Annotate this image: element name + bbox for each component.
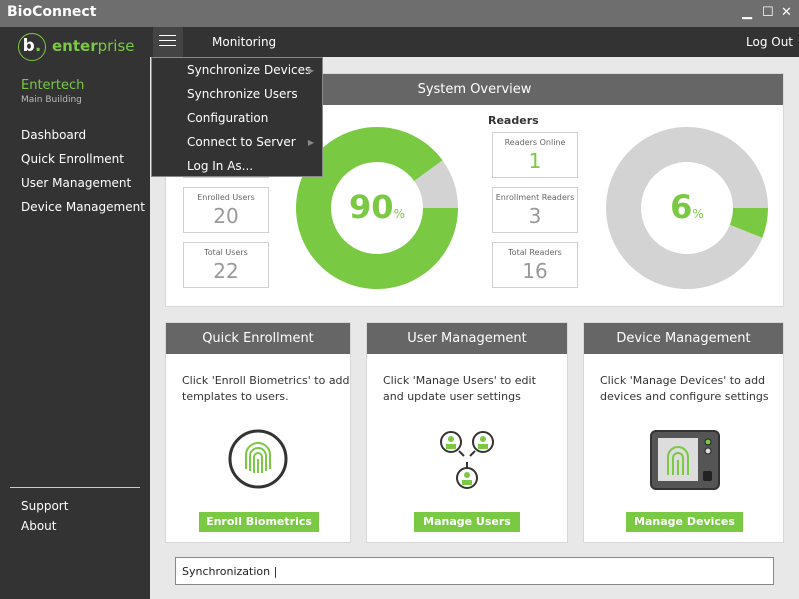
close-icon[interactable]: ✕ [781,5,792,20]
quick-enrollment-card: Quick Enrollment Click 'Enroll Biometric… [165,322,351,543]
maximize-icon[interactable]: ☐ [762,5,774,20]
logo-text: enterprise [52,37,135,55]
manage-devices-button[interactable]: Manage Devices [626,512,743,532]
top-bar: Monitoring Log Out [150,27,799,57]
fingerprint-icon [228,429,288,489]
users-donut-label: 90% [349,188,405,226]
sidebar-item-about[interactable]: About [21,519,56,533]
biometric-reader-icon [650,430,720,490]
card-description: Click 'Manage Devices' to add devices an… [600,374,769,403]
sidebar-item-device-management[interactable]: Device Management [21,200,145,214]
card-description: Click 'Manage Users' to edit and update … [383,374,536,403]
sidebar-item-support[interactable]: Support [21,499,68,513]
minimize-icon[interactable]: ▁ [742,5,752,20]
hamburger-menu-icon[interactable] [153,27,183,57]
submenu-arrow-icon: ▶ [307,138,314,147]
readers-donut-label: 6% [670,188,704,226]
card-title: Device Management [584,323,783,354]
menu-item-synchronize-users[interactable]: Synchronize Users [187,87,298,101]
device-management-card: Device Management Click 'Manage Devices'… [583,322,784,543]
search-input[interactable]: Synchronization | [175,557,774,585]
card-title: User Management [367,323,567,354]
divider [10,487,140,488]
submenu-arrow-icon: ▶ [307,66,314,75]
logo-icon: b. [18,33,46,61]
sidebar-item-dashboard[interactable]: Dashboard [21,128,86,142]
sidebar-item-user-management[interactable]: User Management [21,176,131,190]
dropdown-menu: Synchronize Devices ▶ Synchronize Users C… [151,57,323,177]
card-title: Quick Enrollment [166,323,350,354]
manage-users-button[interactable]: Manage Users [414,512,520,532]
title-bar: BioConnect ▁ ☐ ✕ [0,0,799,27]
enroll-biometrics-button[interactable]: Enroll Biometrics [199,512,319,532]
menu-item-configuration[interactable]: Configuration [187,111,268,125]
app-title: BioConnect [7,4,97,20]
menu-item-synchronize-devices[interactable]: Synchronize Devices [187,63,317,77]
sidebar: b. enterprise Entertech Main Building Da… [0,27,150,599]
sidebar-item-quick-enrollment[interactable]: Quick Enrollment [21,152,124,166]
page-title: Monitoring [212,35,277,49]
user-management-card: User Management Click 'Manage Users' to … [366,322,568,543]
card-description: Click 'Enroll Biometrics' to add templat… [182,374,350,403]
site-building: Main Building [21,95,82,105]
users-network-icon [440,431,494,489]
menu-item-connect-to-server[interactable]: Connect to Server [187,135,296,149]
menu-item-log-in-as[interactable]: Log In As... [187,159,253,173]
logout-button[interactable]: Log Out [746,35,793,49]
site-name: Entertech [21,78,85,93]
